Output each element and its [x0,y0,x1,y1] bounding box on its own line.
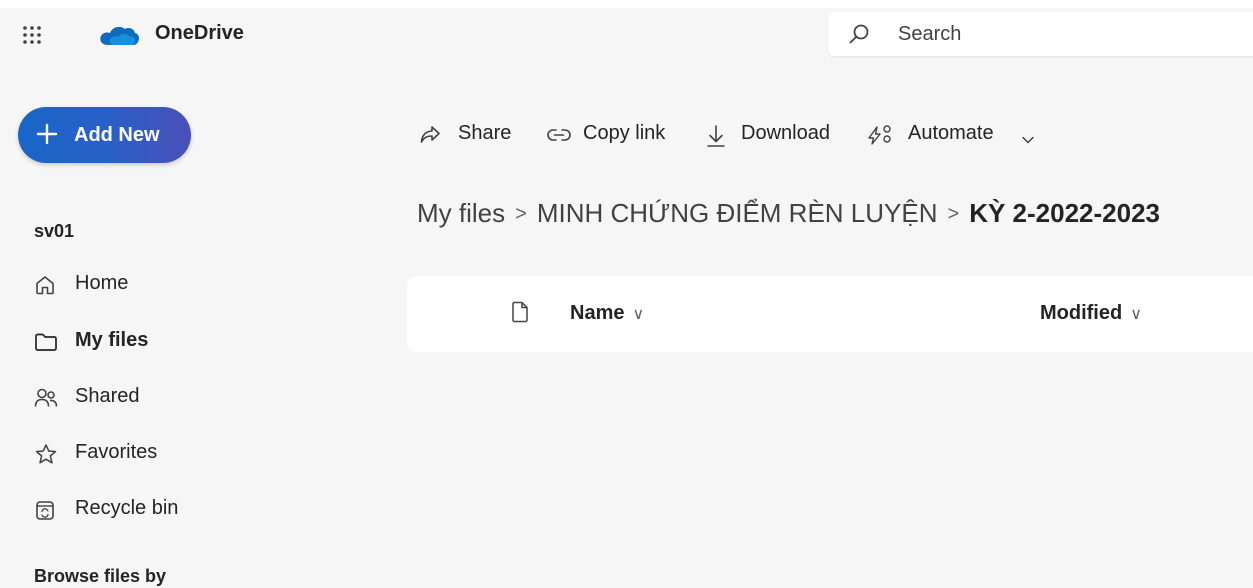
sidebar-item-label: Home [75,272,129,294]
column-header-label: Name [570,302,625,324]
copy-link-button[interactable]: Copy link [546,121,676,149]
cropped-top-strip [0,0,1253,8]
people-icon [34,387,58,409]
sidebar-item-label: Recycle bin [75,497,179,519]
column-header-modified[interactable]: Modified ∨ [1040,302,1142,325]
plus-icon [33,120,61,153]
add-new-button[interactable]: Add New [18,107,191,163]
file-list-header: Name ∨ Modified ∨ [407,276,1253,352]
download-icon [705,123,727,155]
download-label: Download [741,122,830,144]
star-icon [34,443,57,465]
file-type-icon[interactable] [511,301,529,328]
breadcrumb-item-parent[interactable]: MINH CHỨNG ĐIỂM RÈN LUYỆN [537,198,938,228]
chevron-down-icon [1021,128,1035,151]
automate-icon [866,123,894,153]
automate-label: Automate [908,122,994,144]
recycle-bin-icon [34,499,56,521]
column-header-name[interactable]: Name ∨ [570,302,644,325]
breadcrumb: My files > MINH CHỨNG ĐIỂM RÈN LUYỆN > KỲ 2-… [417,198,1160,229]
breadcrumb-item-current: KỲ 2-2022-2023 [969,198,1160,228]
search-icon [848,23,870,50]
breadcrumb-separator: > [947,203,960,225]
chevron-down-icon: ∨ [632,306,645,323]
search-box[interactable]: Search [828,12,1253,56]
share-label: Share [458,122,512,144]
browse-files-heading: Browse files by [34,566,167,586]
sidebar-item-label: My files [75,329,149,351]
column-header-label: Modified [1040,302,1123,324]
sidebar-item-label: Shared [75,385,140,407]
automate-button[interactable]: Automate [866,121,1036,149]
search-input[interactable]: Search [898,23,961,46]
app-name[interactable]: OneDrive [155,22,244,45]
home-icon [34,274,56,296]
copy-link-label: Copy link [583,122,666,144]
folder-icon [34,331,57,353]
breadcrumb-item-my-files[interactable]: My files [417,198,505,228]
sidebar-item-label: Favorites [75,441,158,463]
link-icon [546,124,572,152]
account-name: sv01 [34,221,75,241]
onedrive-logo-icon [98,24,140,46]
breadcrumb-separator: > [515,203,527,225]
download-button[interactable]: Download [705,121,845,149]
share-button[interactable]: Share [418,121,518,149]
app-launcher-icon[interactable] [22,25,42,45]
add-new-label: Add New [74,124,160,146]
chevron-down-icon: ∨ [1130,306,1142,323]
share-icon [418,123,442,153]
